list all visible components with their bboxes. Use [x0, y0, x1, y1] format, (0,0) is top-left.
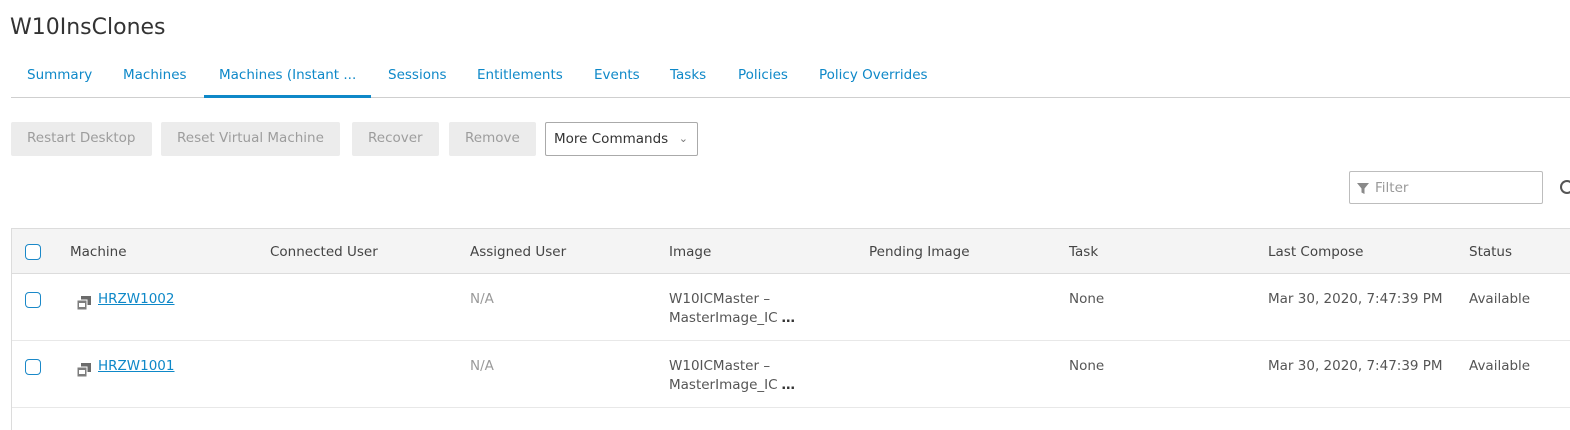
image-name-line2-text: MasterImage_IC — [669, 310, 778, 326]
more-ellipsis-icon[interactable]: … — [782, 310, 797, 326]
image-cell: W10ICMaster – MasterImage_IC… — [669, 290, 796, 328]
page-title: W10InsClones — [10, 15, 166, 40]
tab-summary[interactable]: Summary — [27, 55, 92, 97]
virtual-machine-icon — [76, 296, 91, 311]
remove-button[interactable]: Remove — [449, 122, 536, 156]
column-header-connected-user[interactable]: Connected User — [270, 229, 378, 275]
assigned-user-cell: N/A — [470, 291, 494, 307]
filter-box — [1349, 171, 1543, 204]
tab-machines-instant-clone[interactable]: Machines (Instant ... — [204, 55, 372, 98]
table-row[interactable]: HRZW1001 N/A W10ICMaster – MasterImage_I… — [12, 341, 1570, 408]
filter-input[interactable] — [1375, 177, 1535, 199]
tab-policy-overrides[interactable]: Policy Overrides — [819, 55, 928, 97]
column-header-image[interactable]: Image — [669, 229, 711, 275]
tab-events[interactable]: Events — [594, 55, 640, 97]
assigned-user-cell: N/A — [470, 358, 494, 374]
machines-table: Machine Connected User Assigned User Ima… — [11, 228, 1570, 430]
machine-name-link[interactable]: HRZW1001 — [98, 357, 175, 376]
row-checkbox[interactable] — [25, 292, 41, 308]
more-commands-dropdown[interactable]: More Commands ⌄ — [545, 122, 698, 156]
more-commands-label: More Commands — [554, 131, 669, 147]
tab-machines[interactable]: Machines — [123, 55, 187, 97]
tab-sessions[interactable]: Sessions — [388, 55, 447, 97]
table-header: Machine Connected User Assigned User Ima… — [12, 228, 1570, 274]
column-header-last-compose[interactable]: Last Compose — [1268, 229, 1363, 275]
image-name-line1: W10ICMaster – — [669, 358, 771, 374]
row-checkbox[interactable] — [25, 359, 41, 375]
image-cell: W10ICMaster – MasterImage_IC… — [669, 357, 796, 395]
last-compose-cell: Mar 30, 2020, 7:47:39 PM — [1268, 291, 1443, 307]
image-name-line2-text: MasterImage_IC — [669, 377, 778, 393]
machine-name[interactable]: HRZW1002 — [98, 291, 175, 307]
more-ellipsis-icon[interactable]: … — [782, 377, 797, 393]
task-cell: None — [1069, 291, 1105, 307]
tab-policies[interactable]: Policies — [738, 55, 788, 97]
machine-name[interactable]: HRZW1001 — [98, 358, 175, 374]
machine-name-link[interactable]: HRZW1002 — [98, 290, 175, 309]
column-header-machine[interactable]: Machine — [70, 229, 127, 275]
refresh-icon[interactable] — [1560, 180, 1570, 194]
select-all-checkbox[interactable] — [25, 244, 41, 260]
task-cell: None — [1069, 358, 1105, 374]
status-cell: Available — [1469, 358, 1531, 374]
funnel-icon — [1357, 183, 1369, 194]
column-header-status[interactable]: Status — [1469, 229, 1512, 275]
reset-virtual-machine-button[interactable]: Reset Virtual Machine — [161, 122, 340, 156]
image-name-line1: W10ICMaster – — [669, 291, 771, 307]
recover-button[interactable]: Recover — [352, 122, 439, 156]
column-header-pending-image[interactable]: Pending Image — [869, 229, 970, 275]
last-compose-cell: Mar 30, 2020, 7:47:39 PM — [1268, 358, 1443, 374]
image-name-line2: MasterImage_IC… — [669, 309, 796, 328]
table-row[interactable]: HRZW1002 N/A W10ICMaster – MasterImage_I… — [12, 274, 1570, 341]
column-header-assigned-user[interactable]: Assigned User — [470, 229, 566, 275]
virtual-machine-icon — [76, 363, 91, 378]
tab-tasks[interactable]: Tasks — [670, 55, 706, 97]
status-cell: Available — [1469, 291, 1531, 307]
column-header-task[interactable]: Task — [1069, 229, 1098, 275]
chevron-down-icon: ⌄ — [678, 132, 688, 145]
tab-bar: Summary Machines Machines (Instant ... S… — [11, 55, 1570, 98]
restart-desktop-button[interactable]: Restart Desktop — [11, 122, 152, 156]
image-name-line2: MasterImage_IC… — [669, 376, 796, 395]
tab-entitlements[interactable]: Entitlements — [477, 55, 563, 97]
